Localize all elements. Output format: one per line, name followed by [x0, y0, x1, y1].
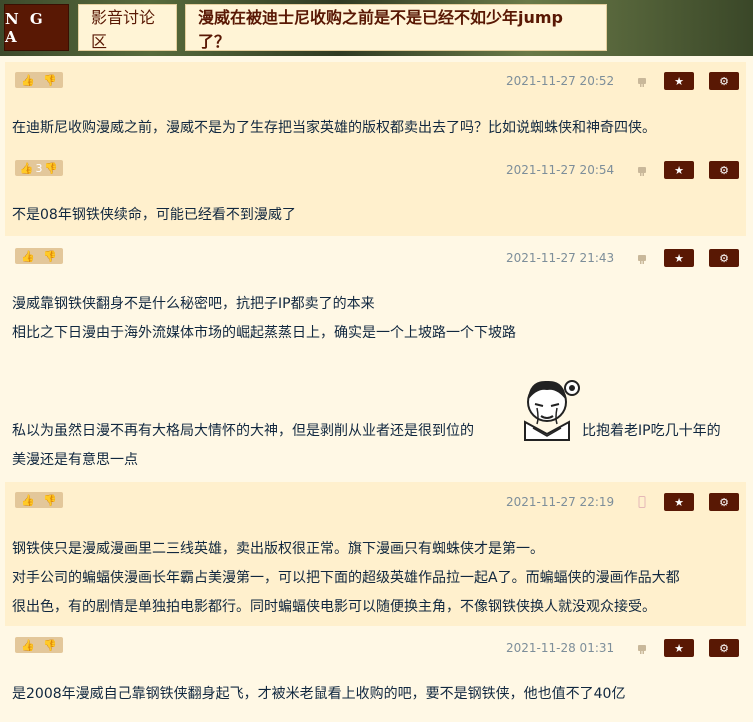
- thumbs-down-icon[interactable]: 👎: [43, 250, 57, 263]
- post: 👍 👎 2021-11-27 21:43 ★ ⚙ 漫威靠钢铁侠翻身不是什么秘密吧…: [5, 236, 746, 482]
- android-icon: [638, 255, 646, 264]
- thumbs-down-icon[interactable]: 👎: [43, 74, 57, 87]
- post-line: 不是08年钢铁侠续命，可能已经看不到漫威了: [12, 207, 296, 223]
- star-icon[interactable]: ★: [664, 639, 694, 657]
- post-content: 是2008年漫威自己靠钢铁侠翻身起飞，才被米老鼠看上收购的吧，要不是钢铁侠，他也…: [12, 680, 625, 709]
- post-time: 2021-11-27 20:52: [506, 74, 615, 88]
- post-content: 漫威靠钢铁侠翻身不是什么秘密吧，抗把子IP都卖了的本来 相比之下日漫由于海外流媒…: [12, 290, 516, 348]
- post-content-inline: 比抱着老IP吃几十年的: [582, 417, 721, 446]
- post: 👍 👎 2021-11-27 20:52 ★ ⚙ 在迪斯尼收购漫威之前，漫威不是…: [5, 62, 746, 150]
- gear-icon[interactable]: ⚙: [709, 639, 739, 657]
- post-time: 2021-11-27 20:54: [506, 163, 615, 177]
- post-line: 钢铁侠只是漫威漫画里二三线英雄，卖出版权很正常。旗下漫画只有蜘蛛侠才是第一。: [12, 541, 544, 557]
- vote-widget[interactable]: 👍 3 👎: [15, 160, 63, 176]
- post-line: 是2008年漫威自己靠钢铁侠翻身起飞，才被米老鼠看上收购的吧，要不是钢铁侠，他也…: [12, 686, 626, 702]
- thumbs-up-icon[interactable]: 👍: [21, 250, 35, 263]
- post-line: 很出色，有的剧情是单独拍电影都行。同时蝙蝠侠电影可以随便换主角，不像钢铁侠换人就…: [12, 599, 656, 615]
- post-content-continued: 美漫还是有意思一点: [12, 446, 138, 475]
- gear-icon[interactable]: ⚙: [709, 161, 739, 179]
- post: 👍 👎 2021-11-27 22:19 ★ ⚙ 钢铁侠只是漫威漫画里二三线英雄…: [5, 482, 746, 626]
- star-icon[interactable]: ★: [664, 493, 694, 511]
- android-icon: [638, 78, 646, 87]
- thumbs-up-icon[interactable]: 👍: [21, 494, 35, 507]
- site-logo[interactable]: N G A: [4, 4, 69, 51]
- post-line: 漫威靠钢铁侠翻身不是什么秘密吧，抗把子IP都卖了的本来: [12, 296, 375, 312]
- post-content: 在迪斯尼收购漫威之前，漫威不是为了生存把当家英雄的版权都卖出去了吗？比如说蜘蛛侠…: [12, 114, 656, 143]
- android-icon: [638, 645, 646, 654]
- thumbs-up-icon[interactable]: 👍: [20, 162, 34, 175]
- post-time: 2021-11-27 21:43: [506, 251, 615, 265]
- gear-icon[interactable]: ⚙: [709, 72, 739, 90]
- crying-girl-sticker: [524, 380, 580, 441]
- post-line: 在迪斯尼收购漫威之前，漫威不是为了生存把当家英雄的版权都卖出去了吗？比如说蜘蛛侠…: [12, 120, 656, 136]
- breadcrumb-forum[interactable]: 影音讨论区: [78, 4, 177, 51]
- gear-icon[interactable]: ⚙: [709, 493, 739, 511]
- thumbs-up-icon[interactable]: 👍: [21, 639, 35, 652]
- star-icon[interactable]: ★: [664, 249, 694, 267]
- thumbs-down-icon[interactable]: 👎: [44, 162, 58, 175]
- phone-icon: [638, 496, 646, 508]
- thumbs-down-icon[interactable]: 👎: [43, 494, 57, 507]
- post-line: 比抱着老IP吃几十年的: [582, 423, 721, 439]
- star-icon[interactable]: ★: [664, 72, 694, 90]
- breadcrumb-topic[interactable]: 漫威在被迪士尼收购之前是不是已经不如少年jump了？: [185, 4, 607, 51]
- post: 👍 3 👎 2021-11-27 20:54 ★ ⚙ 不是08年钢铁侠续命，可能…: [5, 150, 746, 236]
- vote-widget[interactable]: 👍 👎: [15, 72, 63, 88]
- post-content: 钢铁侠只是漫威漫画里二三线英雄，卖出版权很正常。旗下漫画只有蜘蛛侠才是第一。 对…: [12, 535, 680, 622]
- android-icon: [638, 167, 646, 176]
- post-line: 美漫还是有意思一点: [12, 452, 138, 468]
- star-icon[interactable]: ★: [664, 161, 694, 179]
- thumbs-down-icon[interactable]: 👎: [43, 639, 57, 652]
- thumbs-up-icon[interactable]: 👍: [21, 74, 35, 87]
- vote-widget[interactable]: 👍 👎: [15, 637, 63, 653]
- post-line: 私以为虽然日漫不再有大格局大情怀的大神，但是剥削从业者还是很到位的: [12, 423, 474, 439]
- post-line: 对手公司的蝙蝠侠漫画长年霸占美漫第一，可以把下面的超级英雄作品拉一起A了。而蝙蝠…: [12, 570, 680, 586]
- post-time: 2021-11-27 22:19: [506, 495, 615, 509]
- vote-widget[interactable]: 👍 👎: [15, 248, 63, 264]
- gear-icon[interactable]: ⚙: [709, 249, 739, 267]
- post-content-continued: 私以为虽然日漫不再有大格局大情怀的大神，但是剥削从业者还是很到位的: [12, 417, 474, 446]
- post-content: 不是08年钢铁侠续命，可能已经看不到漫威了: [12, 201, 296, 230]
- vote-widget[interactable]: 👍 👎: [15, 492, 63, 508]
- post: 👍 👎 2021-11-28 01:31 ★ ⚙ 是2008年漫威自己靠钢铁侠翻…: [5, 626, 746, 722]
- vote-count: 3: [35, 161, 43, 175]
- post-time: 2021-11-28 01:31: [506, 641, 615, 655]
- post-line: 相比之下日漫由于海外流媒体市场的崛起蒸蒸日上，确实是一个上坡路一个下坡路: [12, 325, 516, 341]
